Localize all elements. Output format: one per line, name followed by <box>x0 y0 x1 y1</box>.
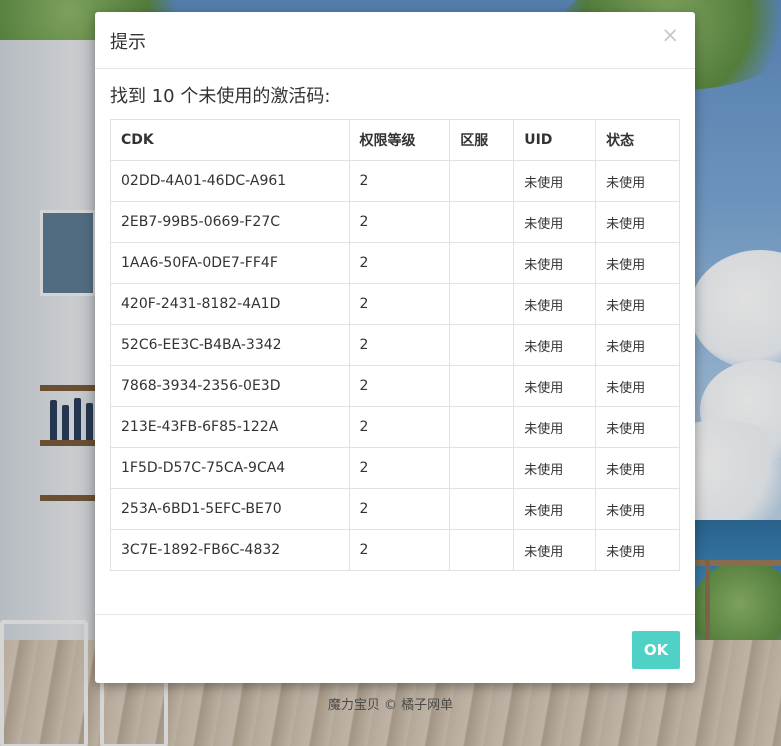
cell-status: 未使用 <box>595 283 680 325</box>
cell-status: 未使用 <box>595 160 680 202</box>
cell-status: 未使用 <box>595 242 680 284</box>
cell-region <box>449 488 515 530</box>
cell-level: 2 <box>348 529 451 571</box>
cell-uid: 未使用 <box>513 201 597 243</box>
cell-region <box>449 324 515 366</box>
cell-level: 2 <box>348 242 451 284</box>
dialog-footer: OK <box>95 614 695 684</box>
cell-status: 未使用 <box>595 324 680 366</box>
cell-region <box>449 283 515 325</box>
cell-uid: 未使用 <box>513 406 597 448</box>
cell-uid: 未使用 <box>513 324 597 366</box>
cell-level: 2 <box>348 283 451 325</box>
cell-uid: 未使用 <box>513 447 597 489</box>
cell-uid: 未使用 <box>513 529 597 571</box>
cell-cdk: 7868-3934-2356-0E3D <box>110 365 350 407</box>
dialog-body: 找到 10 个未使用的激活码: CDK 权限等级 区服 UID 状态 02DD-… <box>110 85 680 571</box>
cell-status: 未使用 <box>595 365 680 407</box>
dialog: 提示 × 找到 10 个未使用的激活码: CDK 权限等级 区服 UID 状态 … <box>95 12 695 683</box>
cell-level: 2 <box>348 160 451 202</box>
table-row: 2EB7-99B5-0669-F27C 2 未使用 未使用 <box>110 201 680 243</box>
cell-level: 2 <box>348 201 451 243</box>
table-row: 1F5D-D57C-75CA-9CA4 2 未使用 未使用 <box>110 447 680 489</box>
cell-cdk: 3C7E-1892-FB6C-4832 <box>110 529 350 571</box>
ok-button[interactable]: OK <box>632 631 680 669</box>
table-row: 3C7E-1892-FB6C-4832 2 未使用 未使用 <box>110 529 680 571</box>
cell-uid: 未使用 <box>513 488 597 530</box>
cell-uid: 未使用 <box>513 283 597 325</box>
table-row: 213E-43FB-6F85-122A 2 未使用 未使用 <box>110 406 680 448</box>
cdk-table: CDK 权限等级 区服 UID 状态 02DD-4A01-46DC-A961 2… <box>110 119 680 571</box>
column-header-uid: UID <box>513 119 597 161</box>
cell-cdk: 420F-2431-8182-4A1D <box>110 283 350 325</box>
table-row: 52C6-EE3C-B4BA-3342 2 未使用 未使用 <box>110 324 680 366</box>
cell-cdk: 2EB7-99B5-0669-F27C <box>110 201 350 243</box>
cell-region <box>449 406 515 448</box>
cell-level: 2 <box>348 324 451 366</box>
cell-region <box>449 201 515 243</box>
dialog-header: 提示 × <box>95 12 695 69</box>
site-footer: 魔力宝贝 © 橘子网单 <box>327 698 454 713</box>
cell-region <box>449 529 515 571</box>
column-header-region: 区服 <box>449 119 515 161</box>
table-row: 1AA6-50FA-0DE7-FF4F 2 未使用 未使用 <box>110 242 680 284</box>
dialog-title: 提示 <box>110 32 146 53</box>
cell-region <box>449 365 515 407</box>
cell-status: 未使用 <box>595 201 680 243</box>
cell-cdk: 52C6-EE3C-B4BA-3342 <box>110 324 350 366</box>
table-row: 7868-3934-2356-0E3D 2 未使用 未使用 <box>110 365 680 407</box>
table-row: 420F-2431-8182-4A1D 2 未使用 未使用 <box>110 283 680 325</box>
column-header-cdk: CDK <box>110 119 350 161</box>
cell-cdk: 253A-6BD1-5EFC-BE70 <box>110 488 350 530</box>
table-header-row: CDK 权限等级 区服 UID 状态 <box>110 119 680 161</box>
cell-status: 未使用 <box>595 406 680 448</box>
result-message: 找到 10 个未使用的激活码: <box>110 86 331 107</box>
cell-region <box>449 242 515 284</box>
cell-cdk: 02DD-4A01-46DC-A961 <box>110 160 350 202</box>
cell-cdk: 1AA6-50FA-0DE7-FF4F <box>110 242 350 284</box>
cell-level: 2 <box>348 365 451 407</box>
cell-level: 2 <box>348 447 451 489</box>
cell-level: 2 <box>348 488 451 530</box>
cell-status: 未使用 <box>595 488 680 530</box>
cell-cdk: 1F5D-D57C-75CA-9CA4 <box>110 447 350 489</box>
cell-status: 未使用 <box>595 447 680 489</box>
column-header-level: 权限等级 <box>348 119 451 161</box>
table-row: 02DD-4A01-46DC-A961 2 未使用 未使用 <box>110 160 680 202</box>
cell-status: 未使用 <box>595 529 680 571</box>
cell-level: 2 <box>348 406 451 448</box>
cell-region <box>449 160 515 202</box>
cell-cdk: 213E-43FB-6F85-122A <box>110 406 350 448</box>
cell-uid: 未使用 <box>513 242 597 284</box>
column-header-status: 状态 <box>595 119 680 161</box>
cell-uid: 未使用 <box>513 365 597 407</box>
close-icon[interactable]: × <box>661 25 679 46</box>
table-row: 253A-6BD1-5EFC-BE70 2 未使用 未使用 <box>110 488 680 530</box>
cell-region <box>449 447 515 489</box>
cell-uid: 未使用 <box>513 160 597 202</box>
